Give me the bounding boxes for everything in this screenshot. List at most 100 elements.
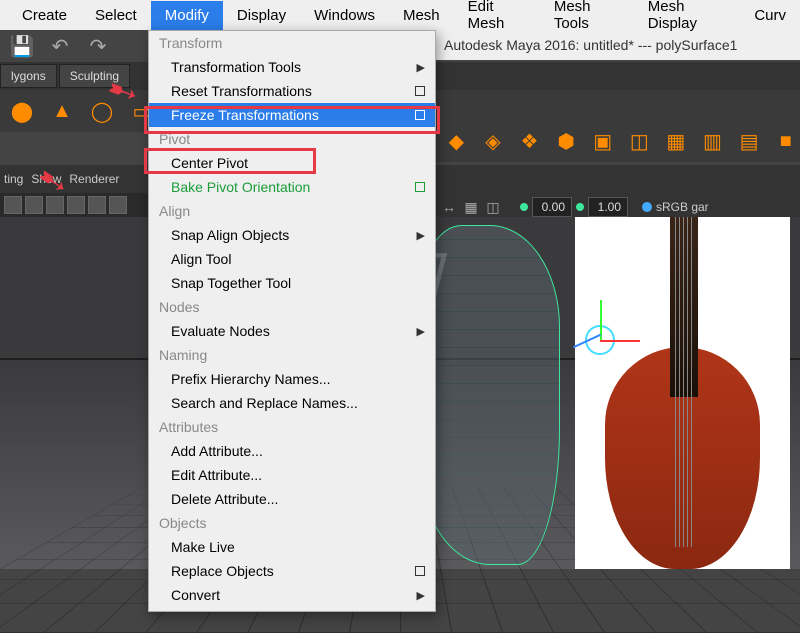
- menu-item-evaluate-nodes[interactable]: Evaluate Nodes ▶: [149, 319, 435, 343]
- vp-icon-2[interactable]: [25, 196, 43, 214]
- undo-icon[interactable]: ↶: [44, 30, 76, 62]
- panel-show[interactable]: Show: [31, 172, 61, 186]
- submenu-arrow-icon: ▶: [417, 229, 425, 242]
- menu-item-label: Search and Replace Names...: [171, 395, 358, 411]
- view-icon[interactable]: ▦: [462, 198, 480, 216]
- submenu-arrow-icon: ▶: [417, 61, 425, 74]
- redo-icon[interactable]: ↷: [82, 30, 114, 62]
- menu-meshtools[interactable]: Mesh Tools: [540, 0, 634, 38]
- menu-item-label: Replace Objects: [171, 563, 274, 579]
- menu-item-label: Reset Transformations: [171, 83, 312, 99]
- transform-gizmo[interactable]: [560, 300, 640, 380]
- colorspace-indicator: [642, 202, 652, 212]
- menu-item-label: Align Tool: [171, 251, 231, 267]
- menu-section-header: Pivot: [149, 127, 435, 151]
- submenu-arrow-icon: ▶: [417, 589, 425, 602]
- menu-item-make-live[interactable]: Make Live: [149, 535, 435, 559]
- menu-item-delete-attribute[interactable]: Delete Attribute...: [149, 487, 435, 511]
- menu-item-convert[interactable]: Convert ▶: [149, 583, 435, 607]
- menu-display[interactable]: Display: [223, 1, 300, 30]
- gamma-indicator: [576, 203, 584, 211]
- save-icon[interactable]: 💾: [6, 30, 38, 62]
- menu-section-header: Align: [149, 199, 435, 223]
- menu-item-label: Bake Pivot Orientation: [171, 179, 310, 195]
- menu-editmesh[interactable]: Edit Mesh: [454, 0, 540, 38]
- submenu-arrow-icon: ▶: [417, 325, 425, 338]
- torus-icon[interactable]: ◯: [86, 95, 118, 127]
- menu-item-label: Delete Attribute...: [171, 491, 278, 507]
- selected-mesh[interactable]: [420, 225, 560, 565]
- menu-section-header: Naming: [149, 343, 435, 367]
- option-box-icon[interactable]: [415, 566, 425, 576]
- solid-icon[interactable]: ■: [771, 125, 800, 157]
- gamma-field[interactable]: 1.00: [588, 197, 628, 217]
- menu-item-label: Make Live: [171, 539, 235, 555]
- gizmo-x-axis[interactable]: [600, 340, 640, 342]
- shelf-row-right: ◆ ◈ ❖ ⬢ ▣ ◫ ▦ ▥ ▤ ■: [436, 120, 800, 162]
- menu-item-freeze-transformations[interactable]: Freeze Transformations: [149, 103, 435, 127]
- tab-polygons[interactable]: lygons: [0, 64, 57, 88]
- menu-item-transformation-tools[interactable]: Transformation Tools ▶: [149, 55, 435, 79]
- exposure-field[interactable]: 0.00: [532, 197, 572, 217]
- menu-windows[interactable]: Windows: [300, 1, 389, 30]
- menu-item-prefix-hierarchy-names[interactable]: Prefix Hierarchy Names...: [149, 367, 435, 391]
- menu-item-snap-together-tool[interactable]: Snap Together Tool: [149, 271, 435, 295]
- option-box-icon[interactable]: [415, 182, 425, 192]
- menu-item-search-and-replace-names[interactable]: Search and Replace Names...: [149, 391, 435, 415]
- menu-create[interactable]: Create: [8, 1, 81, 30]
- menu-item-bake-pivot-orientation[interactable]: Bake Pivot Orientation: [149, 175, 435, 199]
- boxselect-icon[interactable]: ▣: [588, 125, 617, 157]
- menu-item-add-attribute[interactable]: Add Attribute...: [149, 439, 435, 463]
- vp-icon-4[interactable]: [67, 196, 85, 214]
- face-icon[interactable]: ▦: [662, 125, 691, 157]
- menu-item-reset-transformations[interactable]: Reset Transformations: [149, 79, 435, 103]
- cam-icon[interactable]: ◫: [484, 198, 502, 216]
- menu-item-replace-objects[interactable]: Replace Objects: [149, 559, 435, 583]
- menu-item-label: Prefix Hierarchy Names...: [171, 371, 330, 387]
- option-box-icon[interactable]: [415, 110, 425, 120]
- pyramid-icon[interactable]: ▲: [46, 95, 78, 127]
- exposure-indicator: [520, 203, 528, 211]
- pan-icon[interactable]: ↔: [440, 198, 458, 216]
- panel-renderer[interactable]: Renderer: [69, 172, 119, 186]
- sphere-icon[interactable]: ⬤: [6, 95, 38, 127]
- menu-item-center-pivot[interactable]: Center Pivot: [149, 151, 435, 175]
- vp-icon-1[interactable]: [4, 196, 22, 214]
- tab-sculpting[interactable]: Sculpting: [59, 64, 130, 88]
- menu-meshdisplay[interactable]: Mesh Display: [634, 0, 741, 38]
- menu-section-header: Objects: [149, 511, 435, 535]
- vp-icon-5[interactable]: [88, 196, 106, 214]
- panel-lighting[interactable]: ting: [4, 172, 23, 186]
- menu-item-edit-attribute[interactable]: Edit Attribute...: [149, 463, 435, 487]
- menubar: Create Select Modify Display Windows Mes…: [0, 0, 800, 30]
- menu-item-align-tool[interactable]: Align Tool: [149, 247, 435, 271]
- menu-item-snap-align-objects[interactable]: Snap Align Objects ▶: [149, 223, 435, 247]
- image-plane-violin[interactable]: [575, 217, 790, 569]
- viewport-icon-bar: [0, 193, 148, 217]
- menu-curves[interactable]: Curv: [740, 1, 800, 30]
- vp-icon-3[interactable]: [46, 196, 64, 214]
- menu-item-label: Convert: [171, 587, 220, 603]
- menu-item-label: Snap Together Tool: [171, 275, 291, 291]
- title-text: Autodesk Maya 2016: untitled* --- polySu…: [444, 37, 737, 53]
- menu-item-label: Add Attribute...: [171, 443, 263, 459]
- violin-strings: [675, 217, 693, 547]
- prim2-icon[interactable]: ◈: [479, 125, 508, 157]
- menu-item-label: Evaluate Nodes: [171, 323, 270, 339]
- colorspace-label[interactable]: sRGB gar: [656, 200, 709, 214]
- vp-icon-6[interactable]: [109, 196, 127, 214]
- menu-modify[interactable]: Modify: [151, 1, 223, 30]
- prim1-icon[interactable]: ◆: [442, 125, 471, 157]
- menu-select[interactable]: Select: [81, 1, 151, 30]
- menu-item-label: Transformation Tools: [171, 59, 301, 75]
- menu-item-label: Snap Align Objects: [171, 227, 289, 243]
- edge-icon[interactable]: ▥: [698, 125, 727, 157]
- menu-section-header: Attributes: [149, 415, 435, 439]
- vert-icon[interactable]: ▤: [735, 125, 764, 157]
- layers-icon[interactable]: ❖: [515, 125, 544, 157]
- menu-item-label: Center Pivot: [171, 155, 248, 171]
- cube-icon[interactable]: ⬢: [552, 125, 581, 157]
- wire-icon[interactable]: ◫: [625, 125, 654, 157]
- option-box-icon[interactable]: [415, 86, 425, 96]
- menu-mesh[interactable]: Mesh: [389, 1, 454, 30]
